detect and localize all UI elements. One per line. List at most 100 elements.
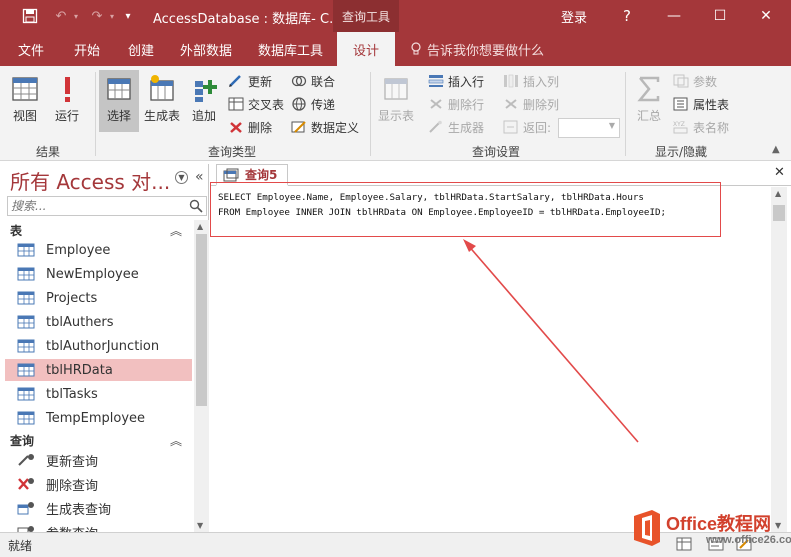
redo-dropdown-icon[interactable]: ▾: [106, 0, 118, 32]
table-icon: [17, 291, 35, 305]
shutter-bar-collapse-icon[interactable]: «: [195, 169, 204, 185]
tab-design[interactable]: 设计: [337, 32, 395, 66]
parameters-button[interactable]: 参数: [673, 71, 717, 91]
nav-item-label: tblTasks: [46, 386, 98, 402]
restore-button[interactable]: ☐: [697, 0, 743, 32]
crosstab-icon: [228, 97, 244, 111]
pass-through-button[interactable]: 传递: [291, 94, 335, 114]
table-icon: [17, 339, 35, 353]
make-table-button[interactable]: 生成表: [140, 72, 184, 124]
tab-home[interactable]: 开始: [74, 32, 100, 66]
nav-menu-dropdown-icon[interactable]: ▼: [175, 171, 188, 184]
property-sheet-button[interactable]: 属性表: [673, 94, 729, 114]
group-label-results: 结果: [36, 145, 61, 159]
delete-rows-button[interactable]: 删除行: [428, 94, 484, 114]
tab-external-data[interactable]: 外部数据: [180, 32, 232, 66]
run-button[interactable]: 运行: [46, 72, 88, 124]
nav-item-table[interactable]: tblAuthers: [5, 311, 192, 333]
nav-group-tables[interactable]: 表: [10, 222, 22, 239]
delete-query-button[interactable]: 删除: [228, 117, 272, 137]
editor-scrollbar[interactable]: ▲ ▼: [771, 187, 787, 532]
tell-me-box[interactable]: 告诉我你想要做什么: [410, 32, 544, 66]
select-query-button[interactable]: 选择: [98, 72, 140, 124]
login-link[interactable]: 登录: [561, 7, 587, 26]
nav-item-table[interactable]: tblAuthorJunction: [5, 335, 192, 357]
table-icon: [17, 267, 35, 281]
tab-database-tools[interactable]: 数据库工具: [258, 32, 323, 66]
union-button[interactable]: 联合: [291, 71, 335, 91]
insert-columns-button[interactable]: 插入列: [503, 71, 559, 91]
table-names-button[interactable]: XYZ 表名称: [673, 117, 729, 137]
scroll-up-icon[interactable]: ▲: [197, 222, 203, 231]
update-button[interactable]: 更新: [228, 71, 272, 91]
editor-scroll-thumb[interactable]: [773, 205, 785, 221]
chevron-up-icon[interactable]: ︽: [170, 432, 182, 449]
totals-button[interactable]: 汇总: [629, 72, 669, 124]
undo-dropdown-icon[interactable]: ▾: [70, 0, 82, 32]
nav-scroll-thumb[interactable]: [196, 234, 207, 406]
crosstab-button[interactable]: 交叉表: [228, 94, 284, 114]
customize-qat-icon[interactable]: ▾: [120, 0, 136, 32]
help-button[interactable]: ?: [605, 0, 649, 32]
return-label: 返回:: [523, 120, 552, 135]
nav-item-query[interactable]: 删除查询: [5, 473, 192, 495]
view-button[interactable]: 视图: [4, 72, 46, 124]
collapse-ribbon-icon[interactable]: ▲: [772, 144, 780, 155]
undo-icon[interactable]: ↶: [50, 0, 72, 32]
scroll-up-icon[interactable]: ▲: [775, 189, 781, 198]
nav-item-label: TempEmployee: [46, 410, 146, 426]
table-icon: [17, 243, 35, 257]
nav-item-table[interactable]: TempEmployee: [5, 407, 192, 429]
nav-item-table[interactable]: Employee: [5, 239, 192, 261]
nav-item-label: 删除查询: [46, 478, 99, 494]
select-query-icon: [107, 78, 131, 100]
nav-scrollbar[interactable]: ▲ ▼: [194, 220, 209, 532]
return-values-combo[interactable]: ▼: [558, 118, 620, 138]
table-icon: [17, 315, 35, 329]
nav-search-input[interactable]: [11, 198, 181, 214]
nav-group-queries[interactable]: 查询: [10, 432, 34, 449]
nav-item-table[interactable]: NewEmployee: [5, 263, 192, 285]
close-button[interactable]: ✕: [743, 0, 789, 32]
append-button[interactable]: 追加: [183, 72, 225, 124]
watermark-brand: Office教程网: [666, 514, 772, 534]
builder-wand-icon: [429, 120, 442, 133]
property-sheet-icon: [673, 97, 688, 111]
nav-pane-title[interactable]: 所有 Access 对...: [10, 166, 170, 195]
nav-item-label: NewEmployee: [46, 266, 139, 282]
sql-editor[interactable]: SELECT Employee.Name, Employee.Salary, t…: [216, 187, 771, 532]
table-names-label: 表名称: [693, 120, 730, 135]
minimize-button[interactable]: —: [651, 0, 697, 32]
nav-item-query[interactable]: 生成表查询: [5, 497, 192, 519]
parameters-icon: [673, 74, 689, 88]
scroll-down-icon[interactable]: ▼: [775, 521, 781, 530]
access-window: ↶ ▾ ↷ ▾ ▾ AccessDatabase : 数据库- C... 查询工…: [0, 0, 791, 557]
tab-create[interactable]: 创建: [128, 32, 154, 66]
chevron-up-icon[interactable]: ︽: [170, 222, 182, 239]
datasheet-view-icon[interactable]: [676, 537, 692, 551]
navigation-pane: 所有 Access 对... ▼ « 表 ︽ Employee NewEmploy…: [4, 164, 209, 542]
delete-columns-button[interactable]: 删除列: [503, 94, 559, 114]
redo-icon[interactable]: ↷: [86, 0, 108, 32]
nav-search-box[interactable]: [7, 196, 207, 216]
tab-file[interactable]: 文件: [18, 32, 44, 66]
nav-item-label: 更新查询: [46, 454, 99, 470]
save-icon[interactable]: [18, 0, 42, 32]
append-label: 追加: [191, 109, 216, 123]
data-definition-button[interactable]: 数据定义: [291, 117, 359, 137]
builder-button[interactable]: 生成器: [428, 117, 484, 137]
scroll-down-icon[interactable]: ▼: [197, 521, 203, 530]
table-icon: [17, 411, 35, 425]
insert-columns-label: 插入列: [523, 74, 560, 89]
nav-item-table[interactable]: tblHRData: [5, 359, 192, 381]
show-table-button[interactable]: 显示表: [375, 72, 417, 124]
search-icon[interactable]: [189, 199, 203, 213]
group-separator: [370, 72, 371, 156]
nav-item-table[interactable]: Projects: [5, 287, 192, 309]
nav-item-query[interactable]: 更新查询: [5, 449, 192, 471]
close-document-icon[interactable]: ✕: [774, 165, 785, 180]
union-icon: [291, 75, 307, 87]
nav-item-table[interactable]: tblTasks: [5, 383, 192, 405]
insert-rows-button[interactable]: 插入行: [428, 71, 484, 91]
delete-query-icon: [18, 478, 34, 490]
